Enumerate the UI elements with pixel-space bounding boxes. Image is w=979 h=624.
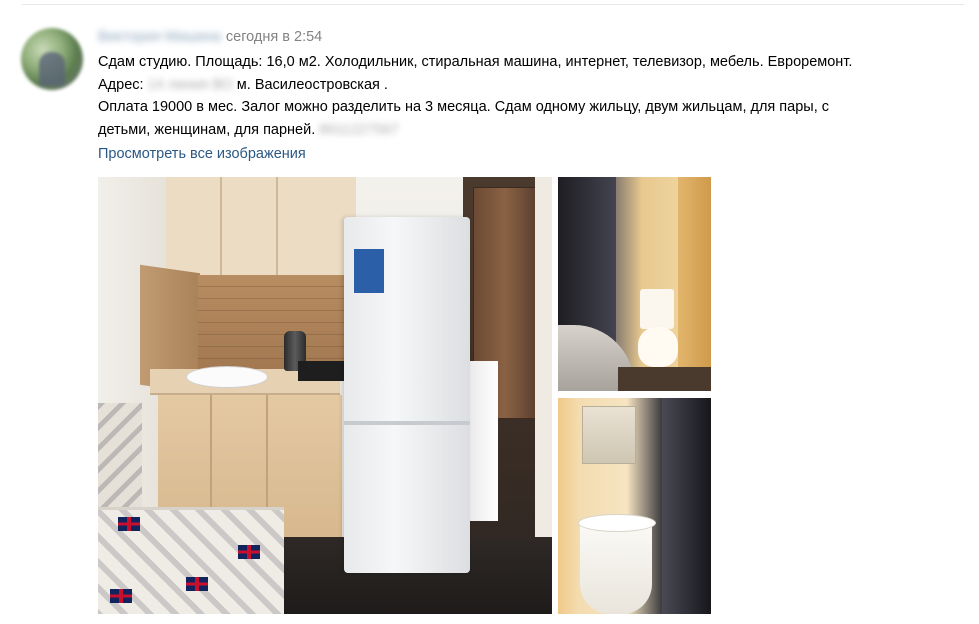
post-header: Виктория Мишина сегодня в 2:54	[98, 27, 322, 47]
photo-detail	[344, 421, 470, 425]
photo-detail	[186, 366, 268, 388]
photo-detail	[582, 406, 636, 464]
photo-detail	[238, 545, 260, 559]
wall-post: Виктория Мишина сегодня в 2:54 Сдам студ…	[0, 0, 979, 624]
author-name[interactable]: Виктория Мишина	[98, 27, 221, 47]
address-label: Адрес:	[98, 76, 144, 93]
photo-kitchenette[interactable]	[98, 177, 552, 614]
photo-detail	[110, 589, 132, 603]
photo-detail	[638, 327, 678, 367]
phone-hidden: 8911227567	[319, 121, 399, 138]
post-text-line: Адрес: 14 линия ВО м. Василеостровская .	[98, 74, 958, 97]
photo-detail	[198, 275, 363, 371]
photo-detail	[220, 177, 222, 275]
photo-detail	[662, 398, 711, 614]
photo-detail	[118, 517, 140, 531]
photo-detail	[468, 361, 498, 521]
address-hidden: 14 линия ВО	[147, 76, 233, 93]
post-text-line: Сдам студию. Площадь: 16,0 м2. Холодильн…	[98, 54, 853, 70]
photo-detail	[618, 367, 711, 391]
post-text-line: Оплата 19000 в мес. Залог можно разделит…	[98, 99, 830, 116]
author-avatar[interactable]	[21, 28, 83, 90]
photo-detail	[166, 177, 356, 277]
photo-detail	[640, 289, 674, 329]
post-text-fragment: детьми, женщинам, для парней.	[98, 121, 316, 138]
photo-detail	[354, 249, 384, 293]
post-text: Сдам студию. Площадь: 16,0 м2. Холодильн…	[98, 51, 958, 141]
photo-sink[interactable]	[558, 398, 711, 614]
photo-detail	[186, 577, 208, 591]
post-text-line: детьми, женщинам, для парней. 8911227567	[98, 119, 958, 142]
address-metro: м. Василеостровская .	[236, 76, 388, 93]
photo-detail	[298, 361, 344, 381]
photo-toilet[interactable]	[558, 177, 711, 391]
show-all-images-link[interactable]: Просмотреть все изображения	[98, 144, 306, 164]
photo-detail	[578, 514, 656, 532]
photo-detail	[678, 177, 711, 391]
post-date[interactable]: сегодня в 2:54	[226, 29, 322, 45]
photo-detail	[276, 177, 278, 275]
photo-detail	[580, 520, 652, 614]
photo-detail	[558, 398, 578, 614]
